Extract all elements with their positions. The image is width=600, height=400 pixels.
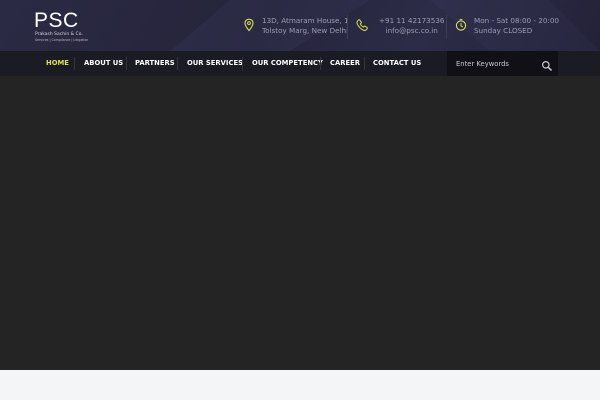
nav-item-our-competency[interactable]: OUR COMPETENCY [252,51,323,76]
search-box [447,51,558,76]
phone-text: +91 11 42173536 info@psc.co.in [379,16,444,36]
nav-item-our-services[interactable]: OUR SERVICES [187,51,243,76]
nav-divider [364,57,365,70]
hours-info: Mon - Sat 08:00 - 20:00 Sunday CLOSED [455,16,565,38]
site-logo[interactable]: PSC Prakash Sachin & Co. Services | Comp… [34,9,89,45]
nav-divider [242,57,243,70]
nav-divider [74,57,75,70]
logo-firm-name: Prakash Sachin & Co. [35,32,83,37]
address-line-1: 13D, Atmaram House, 1 [262,16,349,25]
nav-item-career[interactable]: CAREER [330,51,360,76]
search-input[interactable] [447,51,539,76]
nav-item-partners[interactable]: PARTNERS [135,51,175,76]
map-pin-icon [243,17,255,32]
nav-item-about-us[interactable]: ABOUT US [84,51,123,76]
logo-tagline: Services | Compliance | Litigation [35,38,89,42]
phone-icon [356,17,368,31]
nav-item-contact-us[interactable]: CONTACT US [373,51,421,76]
nav-item-home[interactable]: HOME [46,51,69,76]
hours-weekdays: Mon - Sat 08:00 - 20:00 [474,16,559,25]
search-icon[interactable] [541,57,553,72]
nav-divider [177,57,178,70]
address-line-2: Tolstoy Marg, New Delhi [262,26,349,35]
hero-banner [0,76,600,370]
nav-divider [126,57,127,70]
hours-text: Mon - Sat 08:00 - 20:00 Sunday CLOSED [474,16,559,36]
hours-sunday: Sunday CLOSED [474,26,533,35]
clock-icon [455,17,467,31]
phone-info: +91 11 42173536 info@psc.co.in [356,16,448,38]
phone-number[interactable]: +91 11 42173536 [379,16,444,26]
nav-divider [320,57,321,70]
page-content-area [0,370,600,400]
top-header: PSC Prakash Sachin & Co. Services | Comp… [0,0,600,51]
address-text: 13D, Atmaram House, 1 Tolstoy Marg, New … [262,16,349,36]
email-address[interactable]: info@psc.co.in [379,26,444,36]
header-divider [347,15,348,39]
logo-text: PSC [34,9,79,32]
address-info: 13D, Atmaram House, 1 Tolstoy Marg, New … [243,16,349,38]
header-divider [446,15,447,39]
